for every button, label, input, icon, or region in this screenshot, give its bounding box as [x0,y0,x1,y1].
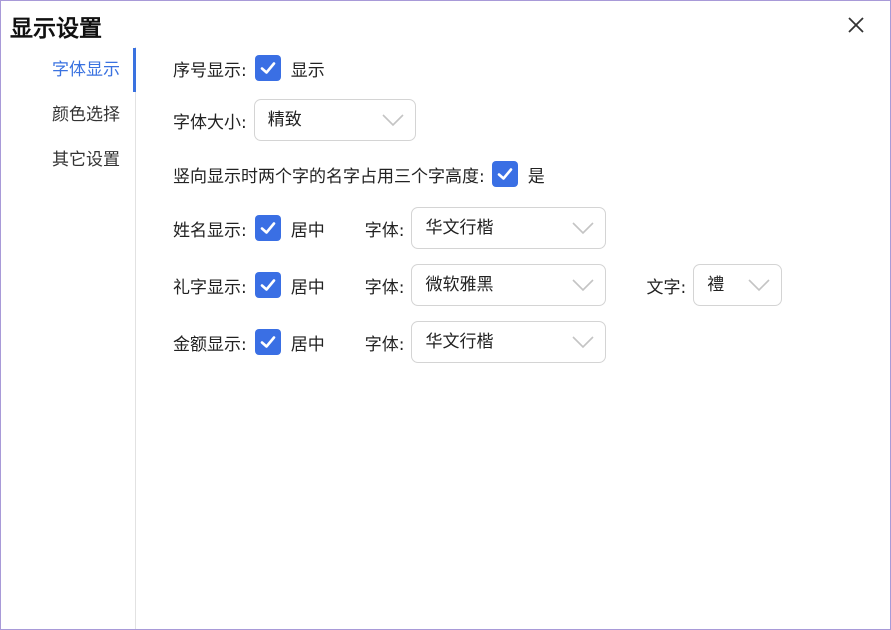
vertical-display-row: 竖向显示时两个字的名字占用三个字高度: 是 [173,152,545,196]
chevron-down-icon [748,279,770,292]
gift-font-select[interactable]: 微软雅黑 [411,264,607,306]
vertical-display-checkbox[interactable] [491,161,518,187]
font-size-label: 字体大小: [173,112,247,133]
gift-text-select[interactable]: 禮 [693,264,783,306]
name-font-label: 字体: [364,220,405,241]
name-center-label: 居中 [290,220,325,241]
sidebar-item-color-select[interactable]: 颜色选择 [1,93,135,137]
font-size-value: 精致 [267,110,302,130]
checkmark-icon [260,222,276,234]
vertical-display-label: 竖向显示时两个字的名字占用三个字高度: [173,166,485,187]
sidebar-item-other-settings[interactable]: 其它设置 [1,138,135,182]
chevron-down-icon [572,222,595,235]
name-display-label: 姓名显示: [173,220,247,241]
sidebar-item-font-display[interactable]: 字体显示 [1,48,136,92]
close-button[interactable] [845,14,867,36]
amount-center-label: 居中 [290,334,325,355]
gift-display-label: 礼字显示: [173,277,247,298]
chevron-down-icon [572,336,595,349]
name-display-row: 姓名显示: 居中 字体: 华文行楷 [173,206,607,250]
amount-font-value: 华文行楷 [425,332,494,352]
chevron-down-icon [382,114,404,127]
gift-text-label: 文字: [646,277,687,298]
serial-display-checkbox[interactable] [254,55,281,81]
gift-font-label: 字体: [364,277,405,298]
gift-center-label: 居中 [290,277,325,298]
name-font-value: 华文行楷 [425,218,494,238]
sidebar: 字体显示 颜色选择 其它设置 [1,47,136,629]
checkmark-icon [260,279,276,291]
serial-display-option-label: 显示 [290,60,325,81]
gift-center-checkbox[interactable] [254,272,281,298]
amount-font-select[interactable]: 华文行楷 [411,321,607,363]
font-size-select[interactable]: 精致 [253,99,416,141]
close-icon [848,17,864,33]
checkmark-icon [260,62,276,74]
chevron-down-icon [572,279,595,292]
font-size-row: 字体大小: 精致 [173,98,416,142]
serial-display-label: 序号显示: [173,60,247,81]
dialog-title: 显示设置 [10,16,102,42]
sidebar-item-label: 颜色选择 [52,105,120,125]
sidebar-item-label: 字体显示 [52,60,120,80]
gift-font-value: 微软雅黑 [425,275,494,295]
sidebar-item-label: 其它设置 [52,150,120,170]
gift-display-row: 礼字显示: 居中 字体: 微软雅黑 文字: 禮 [173,263,783,307]
gift-text-value: 禮 [707,275,725,295]
amount-center-checkbox[interactable] [254,329,281,355]
vertical-display-option-label: 是 [527,166,545,187]
settings-dialog: 显示设置 字体显示 颜色选择 其它设置 序号显示: 显示 字体大小: 精致 竖向… [0,0,891,630]
checkmark-icon [497,168,513,180]
amount-font-label: 字体: [364,334,405,355]
amount-display-label: 金额显示: [173,334,247,355]
name-center-checkbox[interactable] [254,215,281,241]
name-font-select[interactable]: 华文行楷 [411,207,607,249]
serial-display-row: 序号显示: 显示 [173,46,325,90]
checkmark-icon [260,336,276,348]
amount-display-row: 金额显示: 居中 字体: 华文行楷 [173,320,607,364]
